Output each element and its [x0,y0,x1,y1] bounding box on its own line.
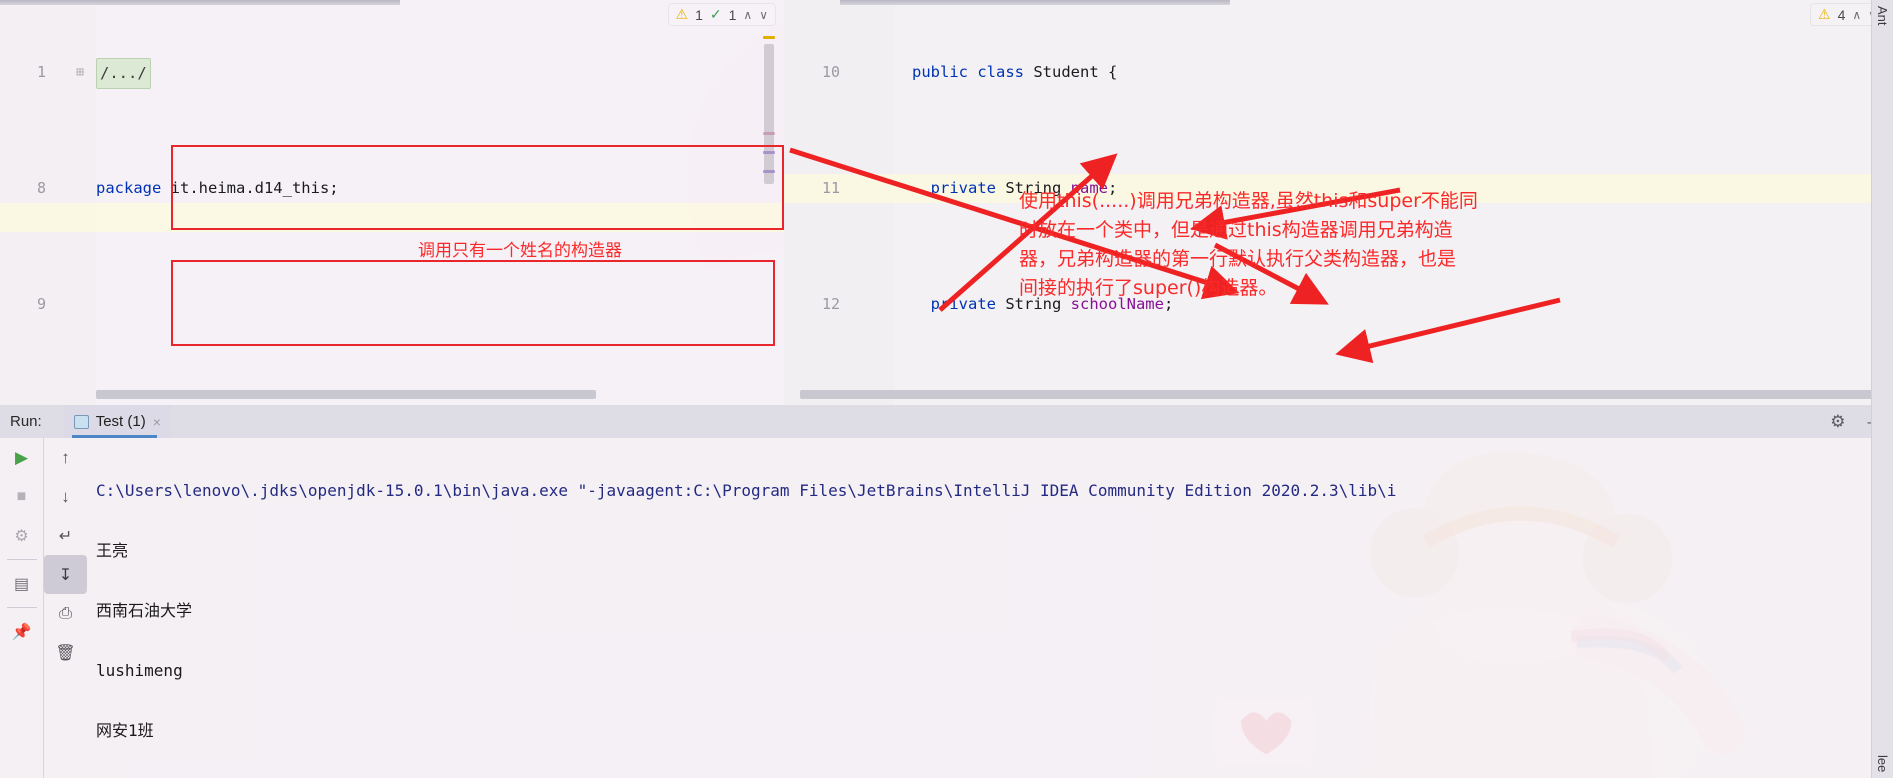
warning-count: 1 [695,6,703,23]
warning-icon: ⚠ [1818,6,1831,22]
line-number: 10 [821,63,840,81]
print-button[interactable]: ⎙ [44,594,87,633]
editor-left-code[interactable]: 1⊞/.../ 8package it.heima.d14_this; 9 10… [0,0,784,405]
rerun-button[interactable]: ▶ [0,438,43,477]
editor-right-top-scrollbar[interactable] [840,0,1230,5]
scroll-to-end-button[interactable]: ↧ [44,555,87,594]
annotation-right-note-line2: 时放在一个类中，但是通过this构造器调用兄弟构造 [1019,219,1453,241]
run-header-actions: ⚙ – [1830,405,1877,438]
editor-left-marker-bar[interactable] [762,24,776,405]
toolbar-divider [6,559,37,560]
line-number: 8 [36,179,46,197]
console-line: lushimeng [96,661,183,680]
annotation-left-note: 调用只有一个姓名的构造器 [418,241,622,261]
code-line: public class Student { [912,63,1118,81]
up-arrow-button[interactable]: ↑ [44,438,87,477]
pin-tab-button[interactable]: 📌 [0,612,43,651]
soft-wrap-button[interactable]: ↵ [44,516,87,555]
ide-window: 1 ⊞ /.../ 8 package it.heima.d14_this; 9 10… [0,0,1893,778]
inspection-widget-left[interactable]: ⚠ 1 ✓ 1 ∧ ∨ [667,3,776,26]
run-window-label: Run: [10,413,42,430]
warning-count: 4 [1837,6,1846,23]
folded-comment[interactable]: /.../ [96,58,151,89]
clear-all-button[interactable]: 🗑 [44,633,87,672]
editor-pane-right[interactable]: 10 public class Student { 11 private Stri… [784,0,1893,405]
stop-button[interactable]: ■ [0,477,43,516]
down-arrow-button[interactable]: ↓ [44,477,87,516]
ok-count: 1 [728,6,737,23]
tool-button-leet[interactable]: lee [1875,755,1890,772]
code-line: /.../ [96,58,151,89]
gear-icon[interactable]: ⚙ [1830,412,1845,432]
tool-button-ant[interactable]: Ant [1875,6,1890,26]
line-number: 12 [821,295,840,313]
editor-right-hscrollbar[interactable] [800,390,1893,399]
console-line: 西南石油大学 [96,601,193,620]
console-line: 王亮 [96,541,129,560]
editor-split-area: 1 ⊞ /.../ 8 package it.heima.d14_this; 9 10… [0,0,1893,405]
chevron-up-icon[interactable]: ∧ [1852,8,1861,22]
run-config-icon [73,414,89,429]
rerun-failed-tests-button[interactable]: ⚙ [0,516,43,555]
annotation-right-note-line3: 器，兄弟构造器的第一行默认执行父类构造器，也是 [1019,248,1457,270]
toolbar-divider [6,607,37,608]
check-icon: ✓ [709,6,722,22]
editor-left-hscrollbar[interactable] [96,390,596,399]
code-line: package it.heima.d14_this; [96,179,339,197]
run-tab-label: Test (1) [95,413,146,430]
editor-left-scroll-thumb[interactable] [764,44,774,184]
editor-left-top-scrollbar[interactable] [0,0,400,5]
console-output[interactable]: C:\Users\lenovo\.jdks\openjdk-15.0.1\bin… [88,438,1893,778]
layout-settings-button[interactable]: ▤ [0,564,43,603]
line-number: 11 [821,179,840,197]
annotation-right-note-line1: 使用this(.....)调用兄弟构造器,虽然this和super不能同 [1019,190,1478,212]
run-toolbar-left: ▶ ■ ⚙ ▤ 📌 [0,438,43,778]
marker-warning[interactable] [763,36,775,39]
console-line: C:\Users\lenovo\.jdks\openjdk-15.0.1\bin… [96,481,1397,500]
chevron-up-icon[interactable]: ∧ [743,8,752,22]
line-number: 9 [36,295,46,313]
run-tab-test[interactable]: Test (1) × [63,405,171,438]
right-tool-strip: Ant lee [1871,0,1893,778]
close-icon[interactable]: × [153,414,161,430]
editor-pane-left[interactable]: 1⊞/.../ 8package it.heima.d14_this; 9 10… [0,0,784,405]
annotation-right-note-line4: 间接的执行了super()构造器。 [1019,277,1278,299]
line-number: 1 [36,63,46,81]
console-line: 网安1班 [96,721,154,740]
run-toolbar-right: ↑ ↓ ↵ ↧ ⎙ 🗑 [43,438,87,778]
run-tool-window-body: ▶ ■ ⚙ ▤ 📌 ↑ ↓ ↵ ↧ ⎙ 🗑 C:\Users\lenovo\.j… [0,438,1893,778]
fold-marker-icon[interactable]: ⊞ [72,58,88,87]
run-tool-window: Run: Test (1) × ⚙ – ▶ ■ ⚙ ▤ 📌 ↑ [0,405,1893,778]
run-tool-window-header: Run: Test (1) × ⚙ – [0,405,1893,438]
chevron-down-icon[interactable]: ∨ [759,8,768,22]
warning-icon: ⚠ [675,6,689,22]
